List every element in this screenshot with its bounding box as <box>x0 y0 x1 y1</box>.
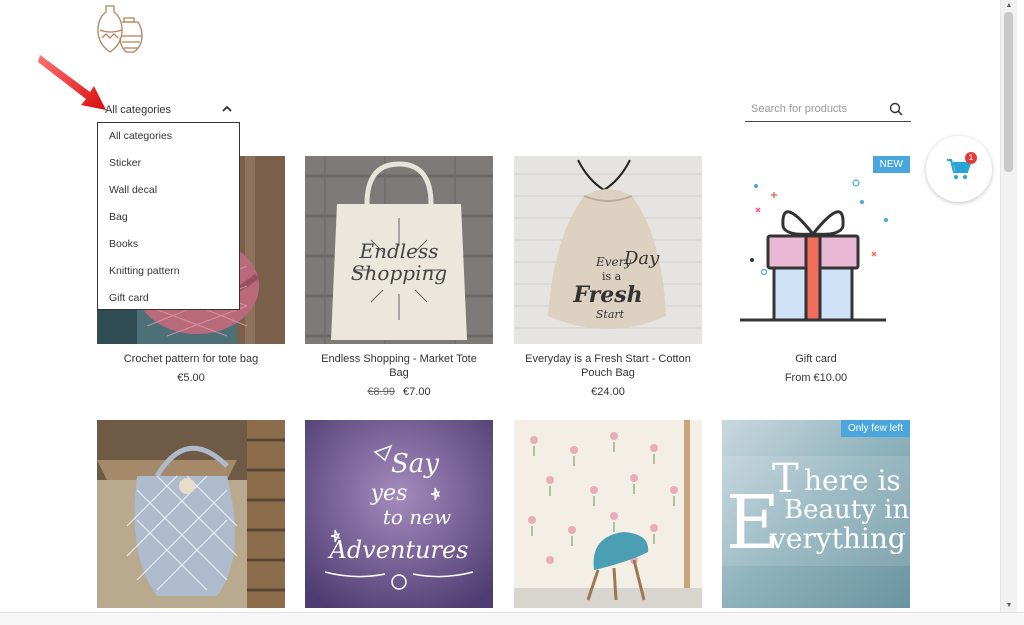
cart-count-badge: 1 <box>965 152 977 164</box>
product-price: €24.00 <box>514 386 702 398</box>
beauty-decal-image: E T here is Beauty in verything <box>722 420 910 608</box>
window-bottom-edge <box>0 612 1024 625</box>
product-price: €8.99 €7.00 <box>305 386 493 398</box>
cart-button[interactable]: 1 <box>926 136 992 202</box>
product-title[interactable]: Crochet pattern for tote bag <box>97 352 285 366</box>
pouch-bag-image: Every Day is a Fresh Start <box>514 156 702 344</box>
product-current-price: €24.00 <box>591 386 625 398</box>
few-left-badge: Only few left <box>840 420 910 437</box>
product-card-beauty-decal[interactable]: Only few left E T here is Beauty in very… <box>722 420 910 608</box>
product-card-fresh-start-pouch[interactable]: Every Day is a Fresh Start Everyday is a… <box>514 156 702 398</box>
product-price: From €10.00 <box>722 372 910 384</box>
product-image[interactable]: Only few left E T here is Beauty in very… <box>722 420 910 608</box>
product-old-price: €8.99 <box>367 386 395 398</box>
print-text-to-new: to new <box>383 505 451 529</box>
chevron-up-icon <box>222 105 232 112</box>
product-current-price: From €10.00 <box>784 372 848 384</box>
tote-text-endless: Endless <box>358 239 438 263</box>
product-card-floral-wallpaper[interactable] <box>514 420 702 608</box>
category-select[interactable]: All categories <box>97 98 240 123</box>
print-text-yes: yes <box>370 481 408 506</box>
category-option-bag[interactable]: Bag <box>98 204 239 231</box>
shop-page: All categories All categories Sticker Wa… <box>0 0 1000 612</box>
product-image[interactable] <box>514 420 702 608</box>
tote-text-shopping: Shopping <box>351 261 447 285</box>
adventures-print-image: Say yes to new Adventures <box>305 420 493 608</box>
product-image[interactable] <box>97 420 285 608</box>
product-title[interactable]: Endless Shopping - Market Tote Bag <box>305 352 493 380</box>
tote-bag-image: Endless Shopping <box>305 156 493 344</box>
product-card-net-bag[interactable] <box>97 420 285 608</box>
search-input[interactable] <box>751 101 881 117</box>
pouch-text-day: Day <box>623 248 660 269</box>
decal-text-line3: verything <box>769 522 906 555</box>
category-option-books[interactable]: Books <box>98 231 239 258</box>
product-card-endless-shopping[interactable]: Endless Shopping Endless Shopping - Mark… <box>305 156 493 398</box>
print-text-say: Say <box>391 449 439 479</box>
print-text-adventures: Adventures <box>327 536 468 564</box>
product-title[interactable]: Everyday is a Fresh Start - Cotton Pouch… <box>514 352 702 380</box>
category-select-value: All categories <box>105 104 172 116</box>
net-bag-image <box>97 420 285 608</box>
product-image[interactable]: NEW <box>722 156 910 344</box>
category-option-wall-decal[interactable]: Wall decal <box>98 177 239 204</box>
product-search <box>745 97 911 122</box>
product-image[interactable]: Every Day is a Fresh Start <box>514 156 702 344</box>
pottery-vases-logo-icon[interactable] <box>96 2 144 56</box>
category-dropdown: All categories Sticker Wall decal Bag Bo… <box>97 122 240 310</box>
scrollbar-thumb[interactable] <box>1004 12 1013 172</box>
pouch-text-fresh: Fresh <box>572 282 642 308</box>
product-price: €5.00 <box>97 372 285 384</box>
new-badge: NEW <box>872 156 910 173</box>
product-image[interactable]: Endless Shopping <box>305 156 493 344</box>
category-option-sticker[interactable]: Sticker <box>98 150 239 177</box>
category-option-gift-card[interactable]: Gift card <box>98 285 239 312</box>
product-card-adventures-print[interactable]: Say yes to new Adventures <box>305 420 493 608</box>
scroll-down-icon[interactable]: ▼ <box>1005 602 1013 610</box>
product-title[interactable]: Gift card <box>722 352 910 366</box>
product-current-price: €5.00 <box>177 372 205 384</box>
page-scrollbar[interactable]: ▲ ▼ <box>1000 0 1017 612</box>
product-card-gift-card[interactable]: NEW Gift card From €10.00 <box>722 156 910 384</box>
decal-text-line1: here is <box>804 464 901 497</box>
product-image[interactable]: Say yes to new Adventures <box>305 420 493 608</box>
category-option-knitting-pattern[interactable]: Knitting pattern <box>98 258 239 285</box>
decal-text-line2: Beauty in <box>784 495 909 525</box>
search-icon[interactable] <box>889 102 903 116</box>
floral-wallpaper-image <box>514 420 702 608</box>
category-option-all[interactable]: All categories <box>98 123 239 150</box>
scroll-up-icon[interactable]: ▲ <box>1005 2 1013 10</box>
product-current-price: €7.00 <box>403 386 431 398</box>
pouch-text-start: Start <box>596 308 625 321</box>
gift-box-icon <box>722 156 910 344</box>
